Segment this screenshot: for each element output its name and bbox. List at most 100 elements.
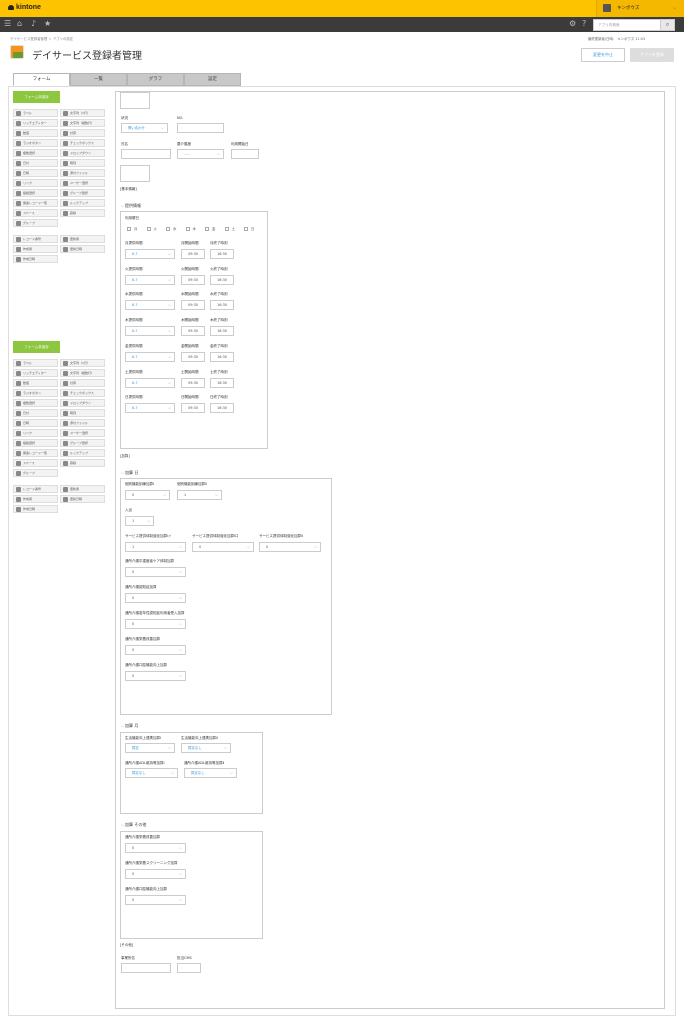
space-field-placeholder[interactable] [120, 165, 150, 182]
palette-item[interactable]: スペース [13, 459, 58, 467]
palette-item[interactable]: 文字列（1行） [60, 109, 105, 117]
checkbox-box[interactable] [205, 227, 209, 231]
star-icon[interactable]: ★ [44, 19, 51, 29]
g3-r1a-select[interactable]: 算定 [125, 743, 175, 753]
palette-item[interactable]: リンク [13, 179, 58, 187]
palette-item[interactable]: ラベル [13, 109, 58, 117]
checkbox-box[interactable] [185, 227, 190, 231]
dow-end-value[interactable]: 16:30 [210, 249, 234, 259]
status-select[interactable]: 問い合わせ [121, 123, 168, 133]
g2-r3c-select[interactable]: 0 [259, 542, 321, 552]
system-field-item[interactable]: レコード番号 [13, 235, 58, 243]
g2-r1b-select[interactable]: 1 [177, 490, 222, 500]
day-checkbox[interactable]: 火 [146, 226, 157, 231]
day-checkbox[interactable]: 木 [185, 226, 196, 231]
cms-input[interactable] [177, 963, 201, 973]
g3-r1b-select[interactable]: 算定なし [181, 743, 231, 753]
palette-item[interactable]: 文字列（複数行） [60, 119, 105, 127]
palette-item[interactable]: ラジオボタン [13, 389, 58, 397]
palette-item[interactable]: 複数選択 [13, 149, 58, 157]
other-addition-select[interactable]: 0 [125, 843, 186, 853]
day-checkbox[interactable]: 日 [244, 226, 254, 231]
palette-item[interactable]: グループ [13, 219, 58, 227]
dow-time-select[interactable]: 6-7 [125, 351, 175, 362]
palette-item[interactable]: グループ選択 [60, 439, 105, 447]
checkbox-box[interactable] [224, 227, 229, 231]
palette-item[interactable]: ラベル [13, 359, 58, 367]
system-field-item[interactable]: 作成者 [13, 245, 58, 253]
home-icon[interactable]: ⌂ [17, 19, 22, 29]
dow-start-value[interactable]: 09:30 [181, 377, 205, 388]
gear-icon[interactable]: ⚙ [569, 19, 576, 29]
tab-list[interactable]: 一覧 [70, 73, 127, 86]
kintone-logo[interactable]: kintone [8, 4, 41, 11]
dow-start-value[interactable]: 09:30 [181, 351, 205, 362]
dow-time-select[interactable]: 6-7 [125, 249, 175, 259]
other-addition-select[interactable]: 0 [125, 895, 186, 905]
palette-item[interactable]: ルックアップ [60, 449, 105, 457]
daily-addition-select[interactable]: 0 [125, 593, 186, 603]
dow-time-select[interactable]: 6-7 [125, 274, 175, 285]
palette-item[interactable]: グループ [13, 469, 58, 477]
menu-icon[interactable]: ☰ [4, 19, 11, 29]
start-date-input[interactable] [231, 149, 259, 159]
palette-item[interactable]: 日時 [13, 419, 58, 427]
palette-item[interactable]: 罫線 [60, 459, 105, 467]
bath-select[interactable]: 1 [125, 516, 154, 526]
dow-start-value[interactable]: 09:30 [181, 403, 205, 414]
g3-r2b-select[interactable]: 算定なし [184, 768, 237, 778]
tab-settings[interactable]: 設定 [184, 73, 241, 86]
tab-graph[interactable]: グラフ [127, 73, 184, 86]
palette-item[interactable]: 組織選択 [13, 439, 58, 447]
dow-end-value[interactable]: 16:30 [210, 326, 234, 337]
other-addition-select[interactable]: 0 [125, 869, 186, 879]
palette-item[interactable]: 時刻 [60, 409, 105, 417]
dow-end-value[interactable]: 16:30 [210, 351, 234, 362]
palette-item[interactable]: リンク [13, 429, 58, 437]
group-title-monthly[interactable]: 加算 月 [121, 723, 138, 729]
tab-form[interactable]: フォーム [13, 73, 70, 86]
palette-item[interactable]: リッチエディター [13, 369, 58, 377]
search-icon[interactable]: ⌕ [660, 20, 674, 30]
day-checkbox[interactable]: 月 [127, 226, 137, 231]
cancel-changes-button[interactable]: 変更を中止 [581, 48, 625, 62]
day-checkbox[interactable]: 水 [166, 226, 176, 231]
palette-item[interactable]: 複数選択 [13, 399, 58, 407]
palette-item[interactable]: ドロップダウン [60, 149, 105, 157]
checkbox-box[interactable] [244, 227, 248, 231]
palette-item[interactable]: 日時 [13, 169, 58, 177]
palette-item[interactable]: 日付 [13, 409, 58, 417]
palette-item[interactable]: ユーザー選択 [60, 179, 105, 187]
palette-item[interactable]: スペース [13, 209, 58, 217]
g2-r1a-select[interactable]: 0 [125, 490, 170, 500]
palette-item[interactable]: ドロップダウン [60, 399, 105, 407]
checkbox-box[interactable] [146, 227, 151, 231]
form-unsaved-button[interactable]: フォーム未保存 [13, 341, 60, 353]
day-checkbox[interactable]: 金 [205, 226, 215, 231]
dow-end-value[interactable]: 16:30 [210, 300, 234, 311]
form-unsaved-button[interactable]: フォーム未保存 [13, 91, 60, 103]
dow-start-value[interactable]: 09:30 [181, 326, 205, 337]
palette-item[interactable]: 日付 [13, 159, 58, 167]
help-icon[interactable]: ? [582, 19, 586, 29]
dow-end-value[interactable]: 16:30 [210, 274, 234, 285]
palette-item[interactable]: 文字列（複数行） [60, 369, 105, 377]
dow-end-value[interactable]: 16:30 [210, 377, 234, 388]
day-checkbox[interactable]: 土 [224, 226, 235, 231]
breadcrumb[interactable]: デイサービス登録者管理 ＞ アプリの設定 [10, 36, 73, 41]
checkbox-box[interactable] [127, 227, 131, 231]
system-field-item[interactable]: 作成日時 [13, 255, 58, 263]
system-field-item[interactable]: 作成日時 [13, 505, 58, 513]
palette-item[interactable]: 組織選択 [13, 189, 58, 197]
dow-time-select[interactable]: 6-7 [125, 300, 175, 311]
bell-icon[interactable]: ♪ [31, 19, 36, 29]
palette-item[interactable]: 添付ファイル [60, 169, 105, 177]
palette-item[interactable]: 計算 [60, 129, 105, 137]
system-field-item[interactable]: レコード番号 [13, 485, 58, 493]
checkbox-box[interactable] [166, 227, 170, 231]
g2-r3b-select[interactable]: 0 [192, 542, 254, 552]
dow-start-value[interactable]: 09:30 [181, 274, 205, 285]
office-input[interactable] [121, 963, 171, 973]
daily-addition-select[interactable]: 0 [125, 619, 186, 629]
care-level-select[interactable]: ----- [177, 149, 224, 159]
